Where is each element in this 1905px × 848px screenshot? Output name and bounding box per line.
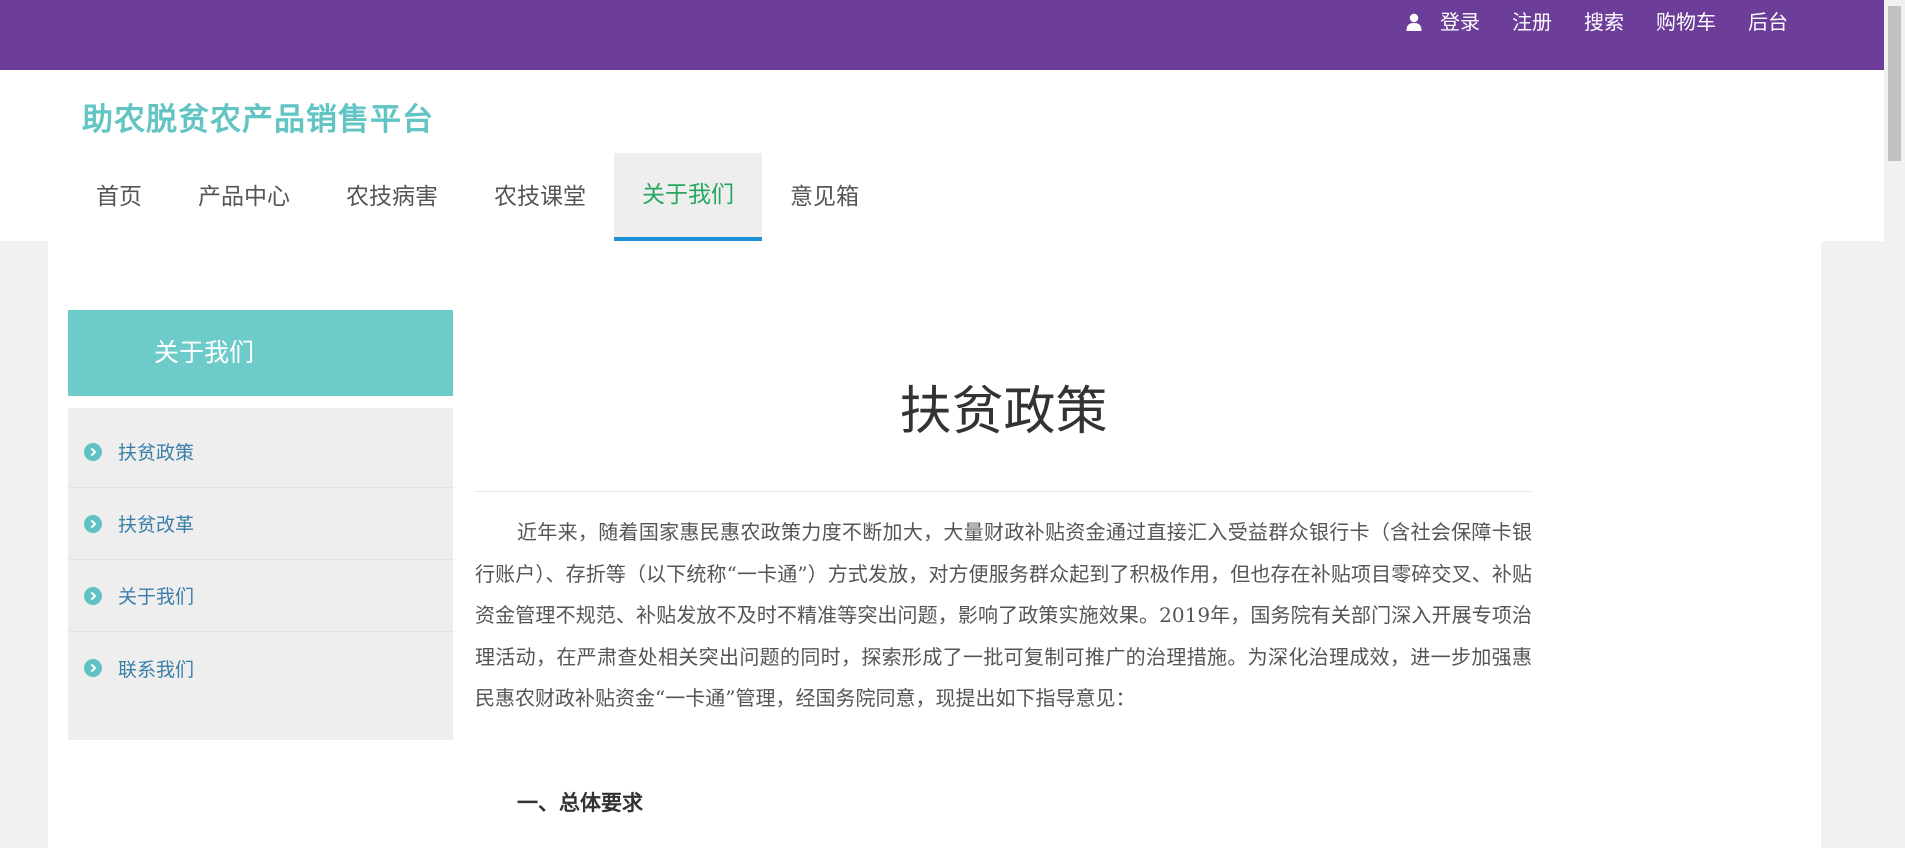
search-link[interactable]: 搜索 [1584, 9, 1624, 35]
article-paragraph: 近年来，随着国家惠民惠农政策力度不断加大，大量财政补贴资金通过直接汇入受益群众银… [475, 520, 1532, 711]
main-nav: 首页 产品中心 农技病害 农技课堂 关于我们 意见箱 [68, 153, 887, 241]
main-container: 关于我们 扶贫政策 扶贫改革 关于我们 联系我们 扶贫政策 近年来，随着国家惠民… [48, 241, 1821, 848]
chevron-right-circle-icon [84, 586, 102, 605]
section-heading: 一、总体要求 [517, 790, 643, 815]
sidebar-item-label: 扶贫政策 [118, 442, 195, 464]
top-bar: 登录 注册 搜索 购物车 后台 [0, 0, 1884, 70]
sidebar-item-label: 联系我们 [118, 658, 195, 681]
title-divider [475, 491, 1532, 492]
nav-item-about[interactable]: 关于我们 [614, 153, 762, 241]
user-icon [1406, 13, 1422, 31]
sidebar-heading: 关于我们 [68, 310, 453, 396]
sidebar-item-policy[interactable]: 扶贫政策 [68, 416, 453, 488]
page-scrollbar[interactable] [1884, 0, 1905, 848]
sidebar-item-label: 扶贫改革 [118, 514, 195, 536]
top-links: 登录 注册 搜索 购物车 后台 [1406, 9, 1788, 35]
site-title[interactable]: 助农脱贫农产品销售平台 [82, 94, 434, 139]
admin-link[interactable]: 后台 [1748, 9, 1788, 35]
scrollbar-thumb[interactable] [1888, 6, 1901, 161]
nav-item-classroom[interactable]: 农技课堂 [466, 153, 614, 241]
article-title: 扶贫政策 [899, 382, 1108, 442]
chevron-right-circle-icon [84, 514, 102, 533]
sidebar-item-contact[interactable]: 联系我们 [68, 632, 453, 704]
nav-item-feedback[interactable]: 意见箱 [762, 153, 887, 241]
sidebar-item-label: 关于我们 [118, 586, 195, 608]
register-link[interactable]: 注册 [1512, 9, 1552, 35]
chevron-right-circle-icon [84, 442, 102, 461]
site-header: 助农脱贫农产品销售平台 首页 产品中心 农技病害 农技课堂 关于我们 意见箱 [0, 70, 1884, 241]
login-link[interactable]: 登录 [1440, 9, 1480, 35]
chevron-right-circle-icon [84, 659, 102, 677]
sidebar-list: 扶贫政策 扶贫改革 关于我们 联系我们 [68, 408, 453, 740]
sidebar-item-reform[interactable]: 扶贫改革 [68, 488, 453, 560]
nav-item-home[interactable]: 首页 [68, 153, 170, 241]
sidebar: 关于我们 扶贫政策 扶贫改革 关于我们 联系我们 [68, 310, 453, 740]
nav-item-diseases[interactable]: 农技病害 [318, 153, 466, 241]
cart-link[interactable]: 购物车 [1656, 9, 1716, 35]
nav-item-products[interactable]: 产品中心 [170, 153, 318, 241]
sidebar-item-about[interactable]: 关于我们 [68, 560, 453, 632]
